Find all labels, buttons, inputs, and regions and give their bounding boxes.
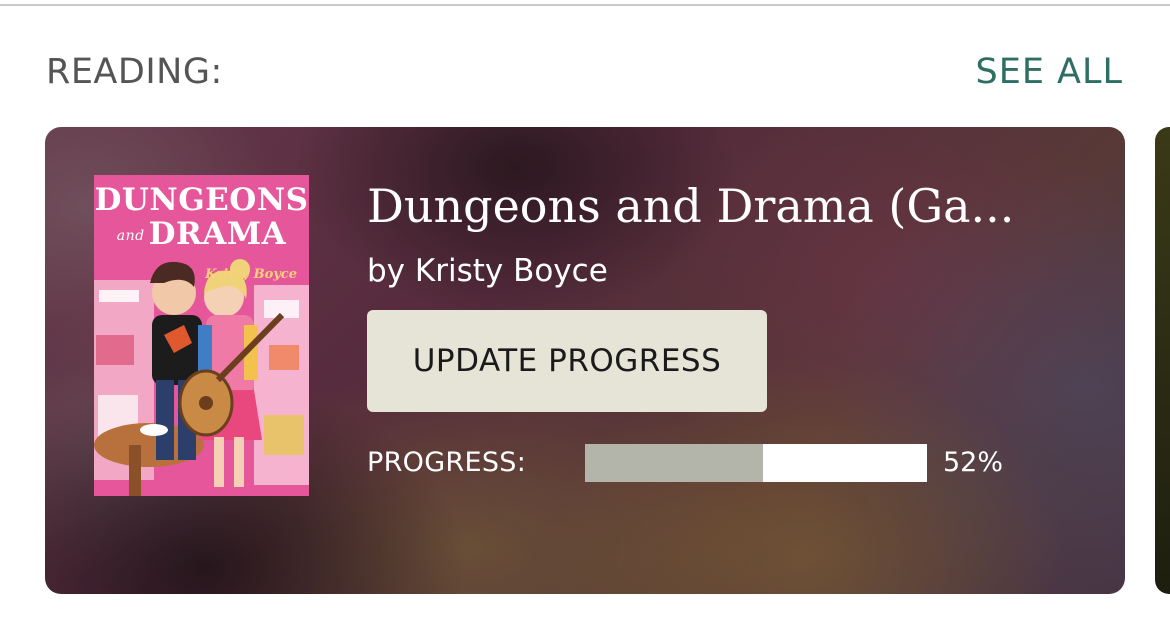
currently-reading-card[interactable]: DUNGEONS and DRAMA Kristy Boyce Dungeons … <box>45 127 1125 594</box>
book-cover[interactable]: DUNGEONS and DRAMA Kristy Boyce <box>94 175 309 496</box>
progress-label: PROGRESS: <box>367 447 527 478</box>
cover-title-and: and <box>116 227 145 244</box>
cover-title: DUNGEONS and DRAMA <box>94 183 309 253</box>
book-title[interactable]: Dungeons and Drama (Ga... <box>367 179 1047 233</box>
next-reading-card-peek[interactable] <box>1155 127 1170 594</box>
progress-bar <box>585 444 927 482</box>
progress-percent: 52% <box>943 447 1004 478</box>
top-divider <box>0 4 1170 6</box>
section-title: READING: <box>46 52 223 92</box>
cover-title-line1: DUNGEONS <box>94 182 309 218</box>
cover-author: Kristy Boyce <box>205 267 297 282</box>
progress-bar-fill <box>585 444 763 482</box>
book-author: by Kristy Boyce <box>367 253 608 289</box>
update-progress-button[interactable]: UPDATE PROGRESS <box>367 310 767 412</box>
cover-title-line2: DRAMA <box>148 216 287 252</box>
see-all-link[interactable]: SEE ALL <box>975 52 1123 92</box>
